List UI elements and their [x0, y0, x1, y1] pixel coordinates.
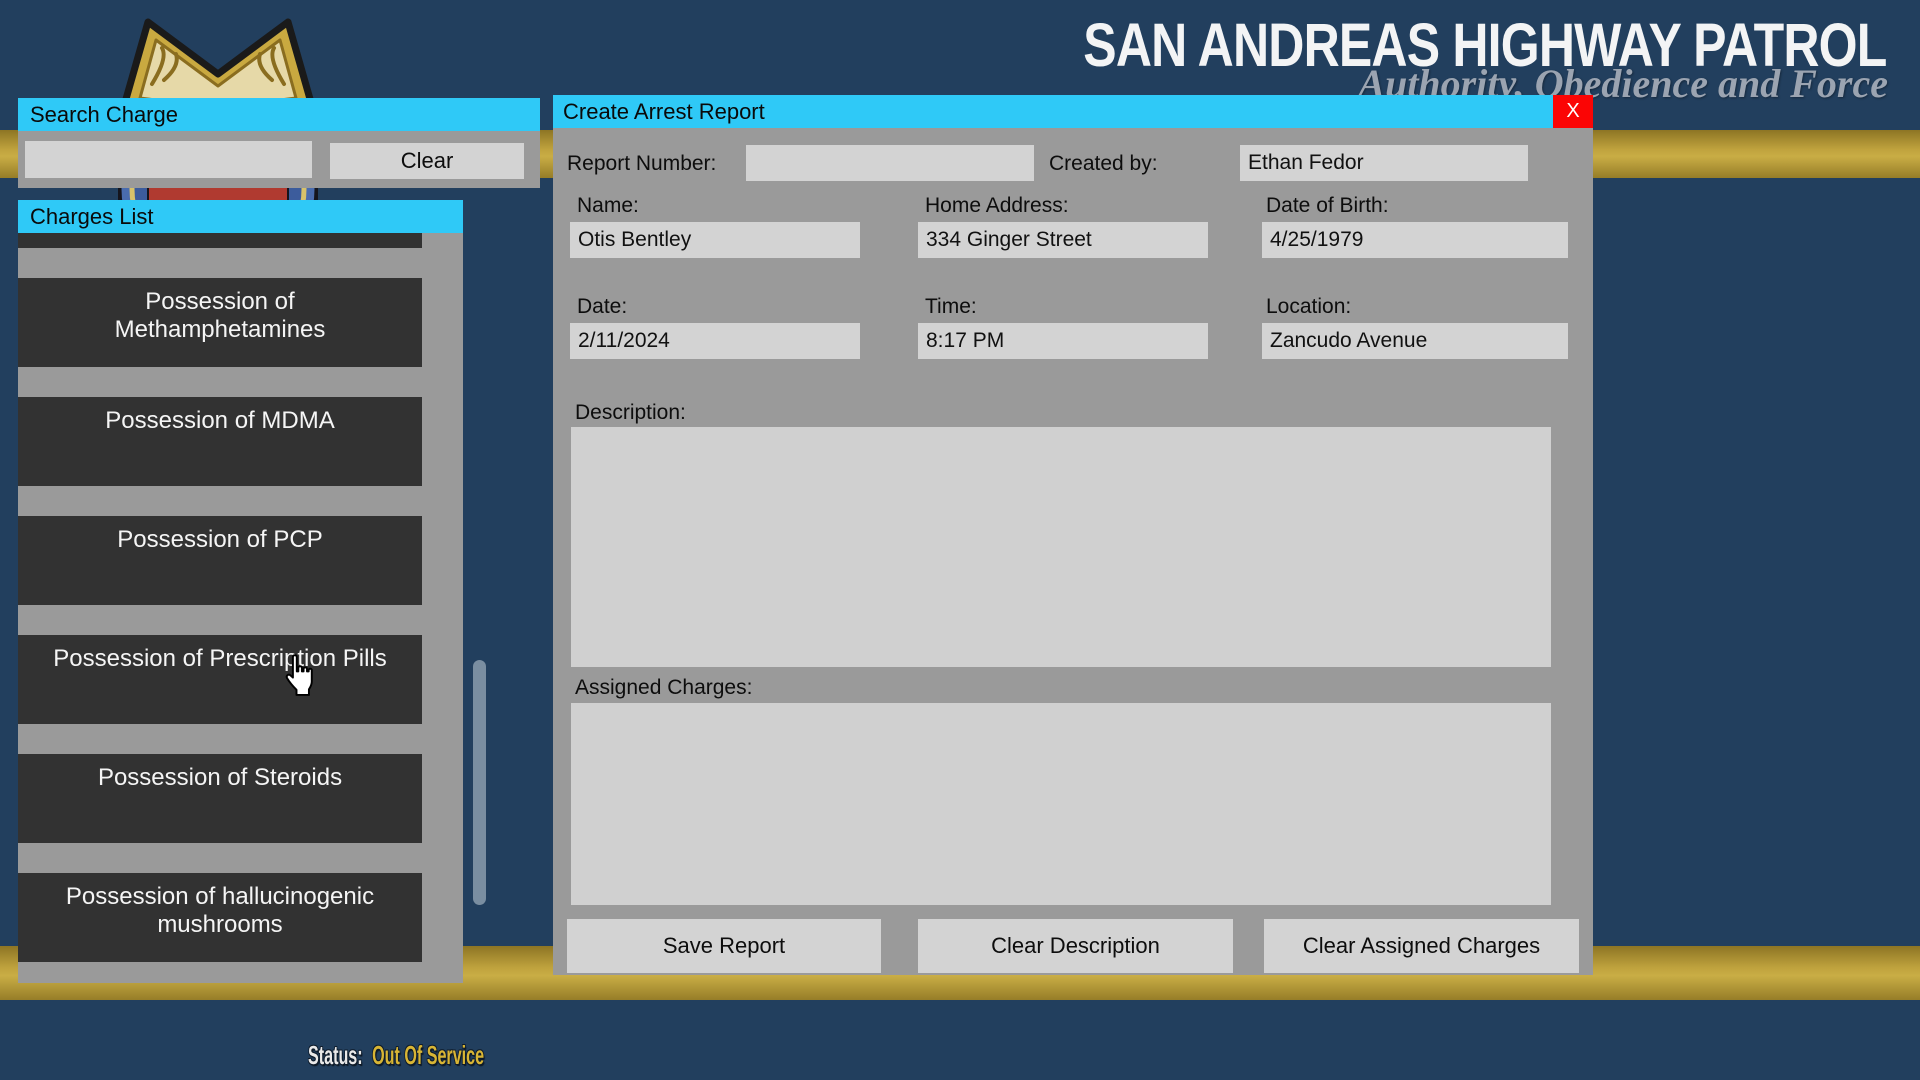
- report-window-body: Report Number: Created by: Ethan Fedor N…: [553, 128, 1593, 975]
- charge-item-hallucinogenic-mushrooms[interactable]: Possession of hallucinogenic mushrooms: [18, 873, 422, 962]
- time-label: Time:: [925, 295, 977, 319]
- create-arrest-report-window: Create Arrest Report X Report Number: Cr…: [553, 95, 1593, 975]
- charges-list-body: Possession of Methamphetamines Possessio…: [18, 233, 463, 983]
- search-clear-label: Clear: [401, 148, 454, 174]
- charge-item-mdma[interactable]: Possession of MDMA: [18, 397, 422, 486]
- name-field[interactable]: Otis Bentley: [570, 222, 860, 258]
- assigned-charges-box[interactable]: [571, 703, 1551, 905]
- status-bar: Status: Out Of Service: [308, 1040, 484, 1071]
- charges-list-panel: Charges List Possession of Methamphetami…: [18, 200, 463, 983]
- created-by-field[interactable]: Ethan Fedor: [1240, 145, 1528, 181]
- date-label: Date:: [577, 295, 627, 319]
- created-by-label: Created by:: [1049, 152, 1158, 176]
- assigned-charges-label: Assigned Charges:: [575, 676, 752, 700]
- date-of-birth-field[interactable]: 4/25/1979: [1262, 222, 1568, 258]
- report-window-title: Create Arrest Report: [563, 99, 765, 125]
- location-label: Location:: [1266, 295, 1351, 319]
- report-number-field[interactable]: [746, 145, 1034, 181]
- time-field[interactable]: 8:17 PM: [918, 323, 1208, 359]
- charge-item-clipped[interactable]: [18, 233, 422, 248]
- search-clear-button[interactable]: Clear: [330, 143, 524, 179]
- search-charge-body: Clear: [18, 131, 540, 188]
- description-label: Description:: [575, 401, 686, 425]
- charges-list-title: Charges List: [30, 204, 154, 230]
- search-charge-header: Search Charge: [18, 98, 540, 131]
- date-of-birth-label: Date of Birth:: [1266, 194, 1389, 218]
- description-textarea[interactable]: [571, 427, 1551, 667]
- search-charge-title: Search Charge: [30, 102, 178, 128]
- charge-item-steroids[interactable]: Possession of Steroids: [18, 754, 422, 843]
- date-field[interactable]: 2/11/2024: [570, 323, 860, 359]
- clear-assigned-charges-label: Clear Assigned Charges: [1303, 933, 1540, 959]
- charge-item-methamphetamines[interactable]: Possession of Methamphetamines: [18, 278, 422, 367]
- charges-list-scrollbar-thumb[interactable]: [473, 660, 486, 905]
- close-icon: X: [1566, 100, 1579, 123]
- clear-description-button[interactable]: Clear Description: [918, 919, 1233, 973]
- status-label: Status:: [308, 1040, 363, 1070]
- save-report-label: Save Report: [663, 933, 785, 959]
- clear-description-label: Clear Description: [991, 933, 1160, 959]
- search-input[interactable]: [25, 141, 312, 178]
- name-label: Name:: [577, 194, 639, 218]
- report-window-titlebar: Create Arrest Report X: [553, 95, 1593, 128]
- charge-item-prescription-pills[interactable]: Possession of Prescription Pills: [18, 635, 422, 724]
- location-field[interactable]: Zancudo Avenue: [1262, 323, 1568, 359]
- desktop: HIGHWAY SAN ANDREAS HIGHWAY PATROL Autho…: [0, 0, 1920, 1080]
- close-button[interactable]: X: [1553, 95, 1593, 128]
- charge-item-pcp[interactable]: Possession of PCP: [18, 516, 422, 605]
- save-report-button[interactable]: Save Report: [567, 919, 881, 973]
- search-charge-panel: Search Charge Clear: [18, 98, 540, 188]
- home-address-field[interactable]: 334 Ginger Street: [918, 222, 1208, 258]
- report-number-label: Report Number:: [567, 152, 716, 176]
- status-value: Out Of Service: [372, 1040, 484, 1070]
- charges-list-header: Charges List: [18, 200, 463, 233]
- home-address-label: Home Address:: [925, 194, 1069, 218]
- clear-assigned-charges-button[interactable]: Clear Assigned Charges: [1264, 919, 1579, 973]
